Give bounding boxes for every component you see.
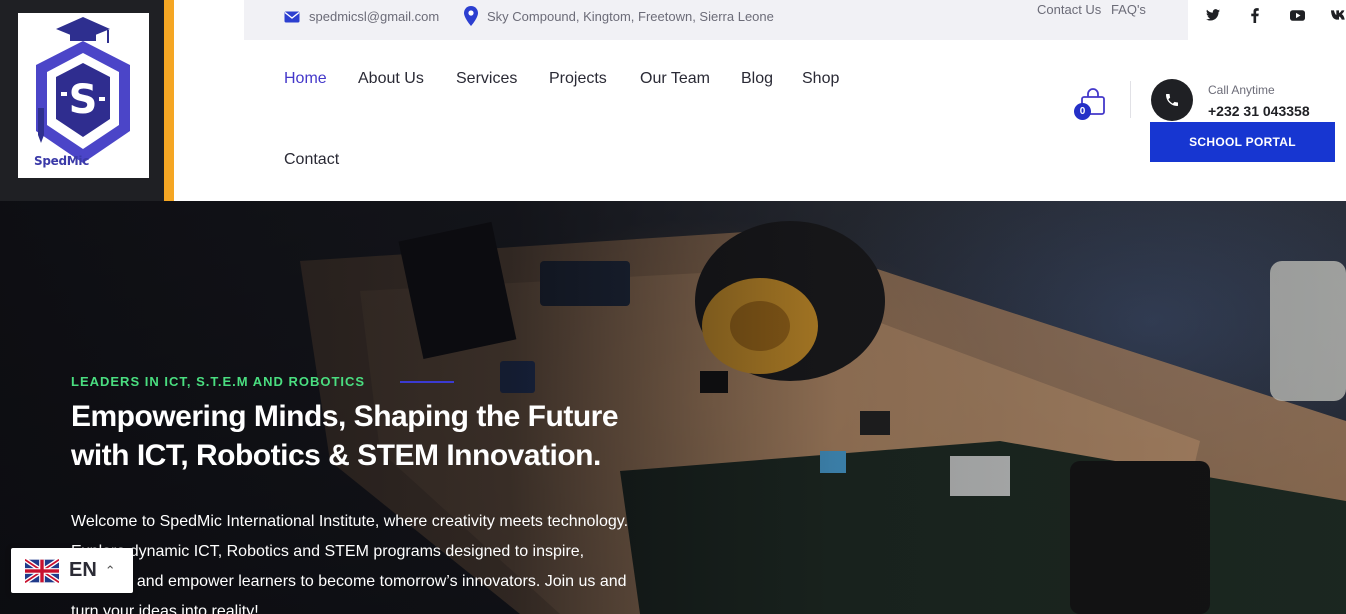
nav-shop[interactable]: Shop — [802, 70, 839, 88]
uk-flag-icon — [25, 558, 59, 583]
hero-description: Welcome to SpedMic International Institu… — [71, 513, 629, 614]
logo-text: SpedMic — [34, 154, 90, 168]
faq-link[interactable]: FAQ's — [1111, 2, 1146, 17]
vk-icon[interactable] — [1318, 6, 1346, 24]
language-switcher[interactable]: EN ⌃ — [11, 548, 133, 593]
youtube-icon[interactable] — [1276, 6, 1318, 24]
map-pin-icon — [464, 6, 478, 26]
nav-our-team[interactable]: Our Team — [640, 70, 710, 88]
address-text: Sky Compound, Kingtom, Freetown, Sierra … — [487, 8, 774, 24]
nav-about-us[interactable]: About Us — [358, 70, 424, 88]
address-contact: Sky Compound, Kingtom, Freetown, Sierra … — [464, 6, 774, 26]
nav-contact[interactable]: Contact — [284, 151, 339, 169]
eyebrow-underline — [400, 381, 454, 383]
chevron-up-icon: ⌃ — [104, 562, 116, 578]
language-label: EN — [69, 559, 97, 581]
phone-icon — [1166, 94, 1178, 106]
school-portal-button[interactable]: SCHOOL PORTAL — [1150, 122, 1335, 162]
call-label: Call Anytime — [1208, 83, 1275, 97]
social-links — [1192, 6, 1346, 24]
hero-eyebrow: LEADERS IN ICT, S.T.E.M AND ROBOTICS — [71, 374, 366, 389]
twitter-icon[interactable] — [1192, 6, 1234, 24]
contact-us-link[interactable]: Contact Us — [1037, 2, 1101, 17]
nav-projects[interactable]: Projects — [549, 70, 607, 88]
nav-services[interactable]: Services — [456, 70, 517, 88]
email-text: spedmicsl@gmail.com — [309, 9, 440, 24]
hero-banner: LEADERS IN ICT, S.T.E.M AND ROBOTICS Emp… — [0, 201, 1346, 614]
envelope-icon — [284, 11, 300, 23]
email-contact[interactable]: spedmicsl@gmail.com — [284, 9, 439, 24]
facebook-icon[interactable] — [1234, 6, 1276, 24]
svg-text:S: S — [69, 77, 98, 123]
site-logo[interactable]: S SpedMic — [18, 13, 149, 178]
phone-button[interactable] — [1151, 79, 1193, 121]
nav-home[interactable]: Home — [284, 70, 327, 88]
call-number[interactable]: +232 31 043358 — [1208, 103, 1310, 119]
header-divider — [1130, 81, 1131, 118]
top-info-bar: spedmicsl@gmail.com Sky Compound, Kingto… — [244, 0, 1188, 40]
hero-title: Empowering Minds, Shaping the Future wit… — [71, 400, 619, 472]
logo-accent-stripe — [164, 0, 174, 201]
nav-blog[interactable]: Blog — [741, 70, 773, 88]
cart-count-badge: 0 — [1074, 103, 1091, 120]
top-links: Contact Us FAQ's — [1037, 2, 1152, 17]
